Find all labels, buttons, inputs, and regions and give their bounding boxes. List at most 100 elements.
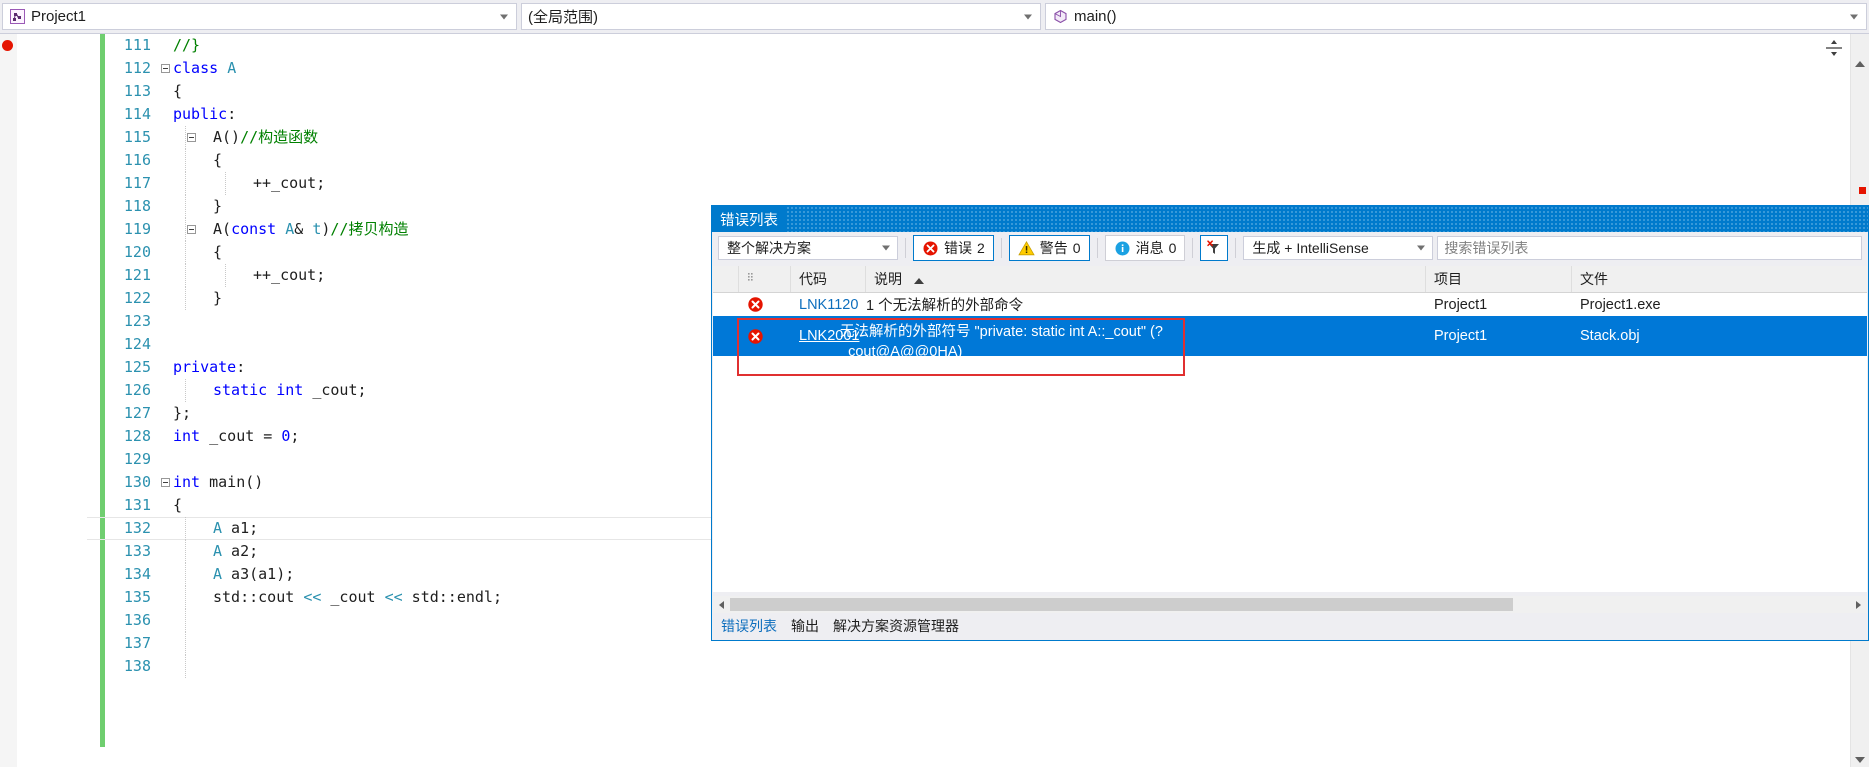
line-number: 115 [123, 128, 151, 146]
line-number: 134 [123, 565, 151, 583]
row-spacer [713, 316, 739, 356]
error-list-toolbar: 整个解决方案 错误 2 警告 0 消息 0 生成 + IntelliSense … [712, 232, 1868, 264]
code-text: public: [173, 105, 237, 123]
navigation-bar: Project1 (全局范围) main() [0, 0, 1869, 34]
chevron-down-icon [500, 14, 508, 19]
messages-filter-label: 消息 [1135, 240, 1164, 256]
indent-guide [185, 540, 186, 563]
code-line[interactable]: 114 public: [87, 103, 1869, 126]
messages-filter-button[interactable]: 消息 0 [1104, 235, 1186, 261]
column-header-project[interactable]: 项目 [1426, 266, 1572, 292]
code-text: ++_cout; [253, 266, 326, 284]
line-number: 128 [123, 427, 151, 445]
line-number: 131 [123, 496, 151, 514]
code-text: { [173, 496, 183, 514]
title-drag-handle[interactable] [786, 206, 1868, 232]
scope-selector[interactable]: (全局范围) [521, 3, 1041, 30]
indicator-margin[interactable] [0, 34, 18, 767]
column-header-grip[interactable] [739, 266, 791, 292]
line-number: 130 [123, 473, 151, 491]
error-list-panel[interactable]: 错误列表 整个解决方案 错误 2 警告 0 消息 0 生成 + IntelliS… [711, 205, 1869, 641]
scope-filter-label: 整个解决方案 [727, 240, 811, 256]
warnings-filter-label: 警告 [1039, 240, 1068, 256]
code-text: }; [173, 404, 192, 422]
split-view-icon[interactable] [1823, 38, 1845, 58]
error-description-cell: 1 个无法解析的外部命令 [866, 298, 1024, 314]
fold-toggle-icon[interactable] [161, 64, 170, 73]
error-code-link[interactable]: LNK1120 [799, 297, 858, 313]
column-header-severity[interactable] [713, 266, 739, 292]
member-selector-label: main() [1074, 8, 1117, 25]
indent-guide [185, 149, 186, 172]
indent-guide [185, 379, 186, 402]
member-selector[interactable]: main() [1045, 3, 1867, 30]
warnings-filter-button[interactable]: 警告 0 [1008, 235, 1090, 261]
table-row[interactable]: LNK1120 1 个无法解析的外部命令 Project1 Project1.exe [713, 293, 1867, 316]
project-cell: Project1 [1434, 328, 1488, 344]
code-text: { [213, 243, 223, 261]
error-code-cell[interactable]: LNK1120 [791, 293, 866, 316]
error-icon [922, 240, 939, 257]
indent-guide [225, 264, 226, 287]
code-line[interactable]: 117 ++_cout; [87, 172, 1869, 195]
indent-guide [185, 264, 186, 287]
fold-toggle-icon[interactable] [187, 133, 196, 142]
code-text: { [213, 151, 223, 169]
chevron-down-icon [1024, 14, 1032, 19]
toolbar-divider [1096, 238, 1098, 258]
code-text: static int _cout; [213, 381, 367, 399]
fold-toggle-icon[interactable] [187, 225, 196, 234]
indent-guide [185, 517, 186, 540]
line-number: 124 [123, 335, 151, 353]
error-list-header-row: 代码 说明 项目 文件 [713, 266, 1867, 293]
panel-tab[interactable]: 解决方案资源管理器 [833, 616, 959, 636]
code-line[interactable]: 111 //} [87, 34, 1869, 57]
column-header-description[interactable]: 说明 [866, 266, 1426, 292]
indent-guide [185, 218, 186, 241]
build-filter-dropdown[interactable]: 生成 + IntelliSense [1243, 236, 1434, 260]
panel-tab-strip[interactable]: 错误列表 输出 解决方案资源管理器 [713, 613, 1867, 639]
code-line[interactable]: 112 class A [87, 57, 1869, 80]
scroll-down-arrow-icon[interactable] [1855, 757, 1865, 763]
indent-guide [185, 172, 186, 195]
code-line[interactable]: 138 [87, 655, 1869, 678]
clear-filter-button[interactable] [1200, 235, 1229, 261]
hscroll-thumb[interactable] [730, 598, 1513, 611]
column-header-file[interactable]: 文件 [1572, 266, 1762, 292]
messages-count: 0 [1168, 240, 1177, 256]
line-number-gutter [17, 34, 87, 767]
errors-filter-button[interactable]: 错误 2 [913, 235, 994, 261]
breakpoint-icon[interactable] [2, 40, 13, 51]
code-line[interactable]: 115 A()//构造函数 [87, 126, 1869, 149]
row-spacer [713, 293, 739, 316]
project-selector[interactable]: Project1 [2, 3, 517, 30]
panel-tab[interactable]: 输出 [791, 616, 819, 636]
search-placeholder: 搜索错误列表 [1444, 240, 1529, 256]
indent-guide [185, 563, 186, 586]
scroll-right-arrow-icon[interactable] [1850, 596, 1867, 613]
hscroll-track[interactable] [730, 596, 1850, 613]
error-list-horizontal-scrollbar[interactable] [713, 596, 1867, 613]
search-error-list-input[interactable]: 搜索错误列表 [1437, 236, 1862, 260]
column-header-code[interactable]: 代码 [791, 266, 866, 292]
scope-filter-dropdown[interactable]: 整个解决方案 [718, 236, 898, 260]
line-number: 125 [123, 358, 151, 376]
line-number: 120 [123, 243, 151, 261]
code-line[interactable]: 113 { [87, 80, 1869, 103]
code-text: { [173, 82, 183, 100]
panel-tab[interactable]: 错误列表 [721, 616, 777, 636]
code-line[interactable]: 116 { [87, 149, 1869, 172]
chevron-down-icon [1850, 14, 1858, 19]
line-number: 123 [123, 312, 151, 330]
scroll-left-arrow-icon[interactable] [713, 596, 730, 613]
error-marker[interactable] [1859, 187, 1866, 194]
error-list-table[interactable]: 代码 说明 项目 文件 LNK1120 1 个无法解析的外部命令 Project1 P… [713, 266, 1867, 592]
toolbar-divider [1235, 238, 1237, 258]
chevron-down-icon [1417, 245, 1426, 251]
fold-toggle-icon[interactable] [161, 478, 170, 487]
column-options-icon [748, 273, 753, 281]
scroll-up-arrow-icon[interactable] [1855, 61, 1865, 67]
line-number: 118 [123, 197, 151, 215]
code-text: A a1; [213, 519, 259, 537]
code-text: A()//构造函数 [213, 128, 319, 146]
